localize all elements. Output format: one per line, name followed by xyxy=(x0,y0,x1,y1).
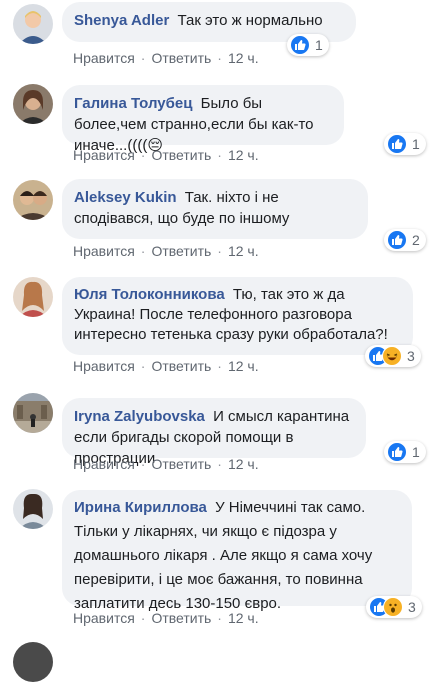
comment-bubble: Ирина Кириллова У Німеччині так само. Ті… xyxy=(62,490,412,612)
avatar[interactable] xyxy=(13,180,53,220)
separator: · xyxy=(217,147,222,163)
comment-author[interactable]: Aleksey Kukin xyxy=(74,189,177,206)
separator: · xyxy=(217,50,222,66)
comment-author[interactable]: Ирина Кириллова xyxy=(74,499,207,516)
like-icon xyxy=(387,230,407,250)
comment-author[interactable]: Юля Толоконникова xyxy=(74,286,225,303)
comment-actions: Нравится · Ответить · 12 ч. xyxy=(73,456,259,472)
separator: · xyxy=(217,358,222,374)
comment-author[interactable]: Iryna Zalyubovska xyxy=(74,408,205,425)
timestamp[interactable]: 12 ч. xyxy=(228,358,259,374)
reaction-summary[interactable]: 1 xyxy=(287,34,329,56)
separator: · xyxy=(140,456,146,472)
comment-bubble: Галина Толубец Было бы более,чем странно… xyxy=(62,85,344,154)
like-link[interactable]: Нравится xyxy=(73,610,135,626)
like-link[interactable]: Нравится xyxy=(73,456,135,472)
avatar[interactable] xyxy=(13,489,53,529)
like-icon xyxy=(387,134,407,154)
like-icon xyxy=(290,35,310,55)
like-link[interactable]: Нравится xyxy=(73,358,135,374)
laughing-face-icon xyxy=(382,346,402,366)
comment-bubble: Iryna Zalyubovska И смысл карантина если… xyxy=(62,398,366,467)
reply-link[interactable]: Ответить xyxy=(151,147,211,163)
timestamp[interactable]: 12 ч. xyxy=(228,50,259,66)
comment-bubble: Юля Толоконникова Тю, так это ж да Украи… xyxy=(62,277,413,355)
comment-actions: Нравится · Ответить · 12 ч. xyxy=(73,243,259,259)
separator: · xyxy=(140,243,146,259)
reaction-summary[interactable]: 1 xyxy=(384,133,426,155)
surprised-face-icon xyxy=(383,597,403,617)
reaction-count: 2 xyxy=(412,232,420,248)
avatar[interactable] xyxy=(13,277,53,317)
separator: · xyxy=(217,243,222,259)
reaction-summary[interactable]: 3 xyxy=(366,596,422,618)
reply-link[interactable]: Ответить xyxy=(151,456,211,472)
like-link[interactable]: Нравится xyxy=(73,243,135,259)
separator: · xyxy=(217,610,222,626)
reaction-count: 3 xyxy=(407,348,415,364)
reaction-count: 1 xyxy=(412,444,420,460)
reaction-count: 3 xyxy=(408,599,416,615)
like-icon xyxy=(387,442,407,462)
comment-author[interactable]: Shenya Adler xyxy=(74,12,169,29)
comment-text: Так это ж нормально xyxy=(177,12,323,29)
comment-bubble: Aleksey Kukin Так. ніхто і не сподівався… xyxy=(62,179,368,239)
reply-link[interactable]: Ответить xyxy=(151,610,211,626)
avatar[interactable] xyxy=(13,642,53,682)
reaction-summary[interactable]: 1 xyxy=(384,441,426,463)
timestamp[interactable]: 12 ч. xyxy=(228,147,259,163)
comment-actions: Нравится · Ответить · 12 ч. xyxy=(73,147,259,163)
reply-link[interactable]: Ответить xyxy=(151,243,211,259)
reply-link[interactable]: Ответить xyxy=(151,50,211,66)
timestamp[interactable]: 12 ч. xyxy=(228,610,259,626)
comment-actions: Нравится · Ответить · 12 ч. xyxy=(73,50,259,66)
separator: · xyxy=(140,50,146,66)
comment-author[interactable]: Галина Толубец xyxy=(74,95,192,112)
avatar[interactable] xyxy=(13,393,53,433)
separator: · xyxy=(217,456,222,472)
timestamp[interactable]: 12 ч. xyxy=(228,456,259,472)
reaction-count: 1 xyxy=(412,136,420,152)
comment-actions: Нравится · Ответить · 12 ч. xyxy=(73,610,259,626)
comment-actions: Нравится · Ответить · 12 ч. xyxy=(73,358,259,374)
reaction-summary[interactable]: 3 xyxy=(365,345,421,367)
reaction-count: 1 xyxy=(315,37,323,53)
like-link[interactable]: Нравится xyxy=(73,147,135,163)
reaction-summary[interactable]: 2 xyxy=(384,229,426,251)
separator: · xyxy=(140,147,146,163)
reply-link[interactable]: Ответить xyxy=(151,358,211,374)
separator: · xyxy=(140,358,146,374)
separator: · xyxy=(140,610,146,626)
avatar[interactable] xyxy=(13,84,53,124)
like-link[interactable]: Нравится xyxy=(73,50,135,66)
timestamp[interactable]: 12 ч. xyxy=(228,243,259,259)
avatar[interactable] xyxy=(13,4,53,44)
